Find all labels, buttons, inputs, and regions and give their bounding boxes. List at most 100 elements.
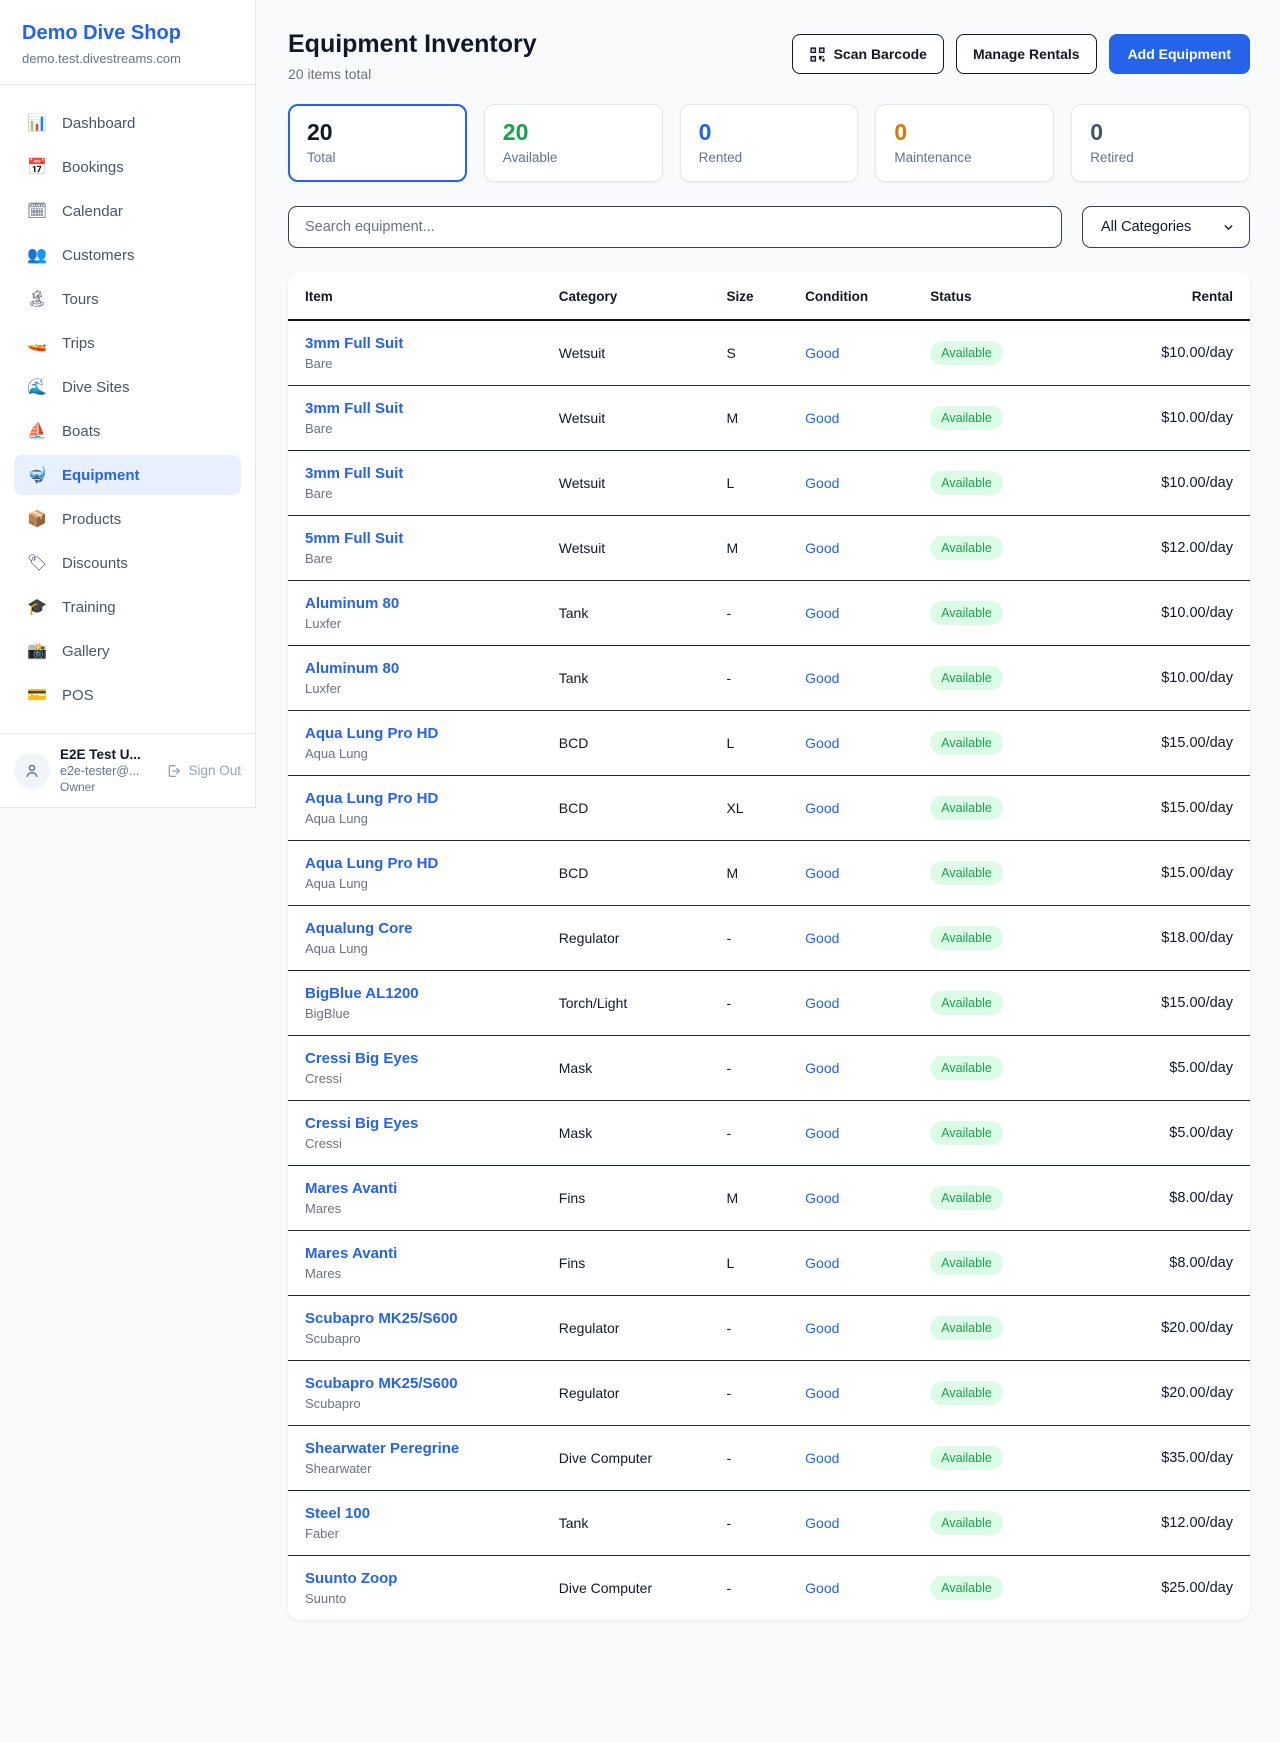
item-name-link[interactable]: 3mm Full Suit: [305, 400, 403, 417]
sidebar-item-dive-sites[interactable]: 🌊 Dive Sites: [14, 367, 241, 407]
item-size: -: [718, 1426, 797, 1491]
item-name-link[interactable]: Mares Avanti: [305, 1245, 397, 1262]
rental-price: $35.00/day: [1153, 1426, 1250, 1491]
condition-link[interactable]: Good: [805, 800, 839, 816]
sidebar-item-tours[interactable]: 🏝 Tours: [14, 279, 241, 319]
condition-link[interactable]: Good: [805, 735, 839, 751]
condition-link[interactable]: Good: [805, 995, 839, 1011]
barcode-scan-icon: [809, 46, 826, 63]
sidebar-item-products[interactable]: 📦 Products: [14, 499, 241, 539]
item-category: Regulator: [551, 1361, 719, 1426]
item-name-link[interactable]: 3mm Full Suit: [305, 465, 403, 482]
item-name-link[interactable]: Scubapro MK25/S600: [305, 1375, 458, 1392]
sidebar-item-customers[interactable]: 👥 Customers: [14, 235, 241, 275]
condition-link[interactable]: Good: [805, 670, 839, 686]
sidebar-item-training[interactable]: 🎓 Training: [14, 587, 241, 627]
sidebar-item-label: Dashboard: [62, 115, 135, 132]
table-row: 3mm Full Suit Bare Wetsuit S Good Availa…: [288, 320, 1250, 386]
item-category: Tank: [551, 646, 719, 711]
item-name-link[interactable]: Suunto Zoop: [305, 1570, 397, 1587]
item-name-link[interactable]: Cressi Big Eyes: [305, 1115, 418, 1132]
condition-link[interactable]: Good: [805, 410, 839, 426]
item-category: Torch/Light: [551, 971, 719, 1036]
sidebar-item-discounts[interactable]: 🏷 Discounts: [14, 543, 241, 583]
user-role: Owner: [60, 780, 156, 794]
sidebar-item-equipment[interactable]: 🤿 Equipment: [14, 455, 241, 495]
item-name-link[interactable]: Aqua Lung Pro HD: [305, 790, 438, 807]
training-icon: 🎓: [26, 597, 48, 617]
stat-card-Available[interactable]: 20 Available: [484, 104, 663, 182]
category-selected-value: All Categories: [1101, 219, 1191, 235]
condition-link[interactable]: Good: [805, 1255, 839, 1271]
item-name-link[interactable]: 5mm Full Suit: [305, 530, 403, 547]
item-size: -: [718, 1361, 797, 1426]
pos-icon: 💳: [26, 685, 48, 705]
item-name-link[interactable]: Aluminum 80: [305, 660, 399, 677]
item-name-link[interactable]: Mares Avanti: [305, 1180, 397, 1197]
bookings-icon: 📅: [26, 157, 48, 177]
condition-link[interactable]: Good: [805, 1190, 839, 1206]
rental-price: $12.00/day: [1153, 516, 1250, 581]
chevron-down-icon: [1222, 221, 1235, 234]
condition-link[interactable]: Good: [805, 1320, 839, 1336]
sidebar-item-gallery[interactable]: 📸 Gallery: [14, 631, 241, 671]
stat-card-Total[interactable]: 20 Total: [288, 104, 467, 182]
item-name-link[interactable]: Steel 100: [305, 1505, 370, 1522]
sidebar-item-bookings[interactable]: 📅 Bookings: [14, 147, 241, 187]
status-badge: Available: [930, 796, 1003, 820]
sidebar-item-label: Calendar: [62, 203, 123, 220]
status-badge: Available: [930, 341, 1003, 365]
item-size: M: [718, 841, 797, 906]
sidebar-item-dashboard[interactable]: 📊 Dashboard: [14, 103, 241, 143]
condition-link[interactable]: Good: [805, 865, 839, 881]
item-name-link[interactable]: Aluminum 80: [305, 595, 399, 612]
item-name-link[interactable]: BigBlue AL1200: [305, 985, 419, 1002]
stat-card-Rented[interactable]: 0 Rented: [680, 104, 859, 182]
column-header-size: Size: [718, 272, 797, 320]
sidebar-item-boats[interactable]: ⛵ Boats: [14, 411, 241, 451]
condition-link[interactable]: Good: [805, 930, 839, 946]
sidebar-item-label: Discounts: [62, 555, 128, 572]
status-badge: Available: [930, 536, 1003, 560]
condition-link[interactable]: Good: [805, 1125, 839, 1141]
status-badge: Available: [930, 991, 1003, 1015]
stat-card-Maintenance[interactable]: 0 Maintenance: [875, 104, 1054, 182]
item-name-link[interactable]: Aqua Lung Pro HD: [305, 725, 438, 742]
condition-link[interactable]: Good: [805, 540, 839, 556]
item-name-link[interactable]: Cressi Big Eyes: [305, 1050, 418, 1067]
condition-link[interactable]: Good: [805, 1060, 839, 1076]
condition-link[interactable]: Good: [805, 605, 839, 621]
search-input[interactable]: [288, 206, 1062, 248]
sidebar-item-pos[interactable]: 💳 POS: [14, 675, 241, 715]
item-size: -: [718, 1556, 797, 1621]
condition-link[interactable]: Good: [805, 1580, 839, 1596]
item-name-link[interactable]: Aqua Lung Pro HD: [305, 855, 438, 872]
item-name-link[interactable]: Scubapro MK25/S600: [305, 1310, 458, 1327]
stat-card-Retired[interactable]: 0 Retired: [1071, 104, 1250, 182]
user-name: E2E Test U...: [60, 747, 156, 762]
item-size: -: [718, 1491, 797, 1556]
scan-barcode-button[interactable]: Scan Barcode: [792, 34, 944, 74]
sidebar-item-label: Trips: [62, 335, 95, 352]
condition-link[interactable]: Good: [805, 345, 839, 361]
rental-price: $8.00/day: [1153, 1231, 1250, 1296]
item-name-link[interactable]: 3mm Full Suit: [305, 335, 403, 352]
add-equipment-button[interactable]: Add Equipment: [1109, 34, 1250, 74]
condition-link[interactable]: Good: [805, 475, 839, 491]
condition-link[interactable]: Good: [805, 1385, 839, 1401]
item-brand: Cressi: [305, 1071, 543, 1086]
dive-sites-icon: 🌊: [26, 377, 48, 397]
category-select[interactable]: All Categories: [1082, 206, 1250, 248]
item-category: Dive Computer: [551, 1556, 719, 1621]
item-name-link[interactable]: Aqualung Core: [305, 920, 413, 937]
table-row: Mares Avanti Mares Fins L Good Available…: [288, 1231, 1250, 1296]
condition-link[interactable]: Good: [805, 1515, 839, 1531]
condition-link[interactable]: Good: [805, 1450, 839, 1466]
item-name-link[interactable]: Shearwater Peregrine: [305, 1440, 459, 1457]
manage-rentals-button[interactable]: Manage Rentals: [956, 34, 1097, 74]
sidebar-item-calendar[interactable]: 🗓 Calendar: [14, 191, 241, 231]
sidebar-item-trips[interactable]: 🚤 Trips: [14, 323, 241, 363]
filter-bar: All Categories: [288, 206, 1250, 248]
sign-out-button[interactable]: Sign Out: [166, 763, 241, 779]
status-badge: Available: [930, 666, 1003, 690]
